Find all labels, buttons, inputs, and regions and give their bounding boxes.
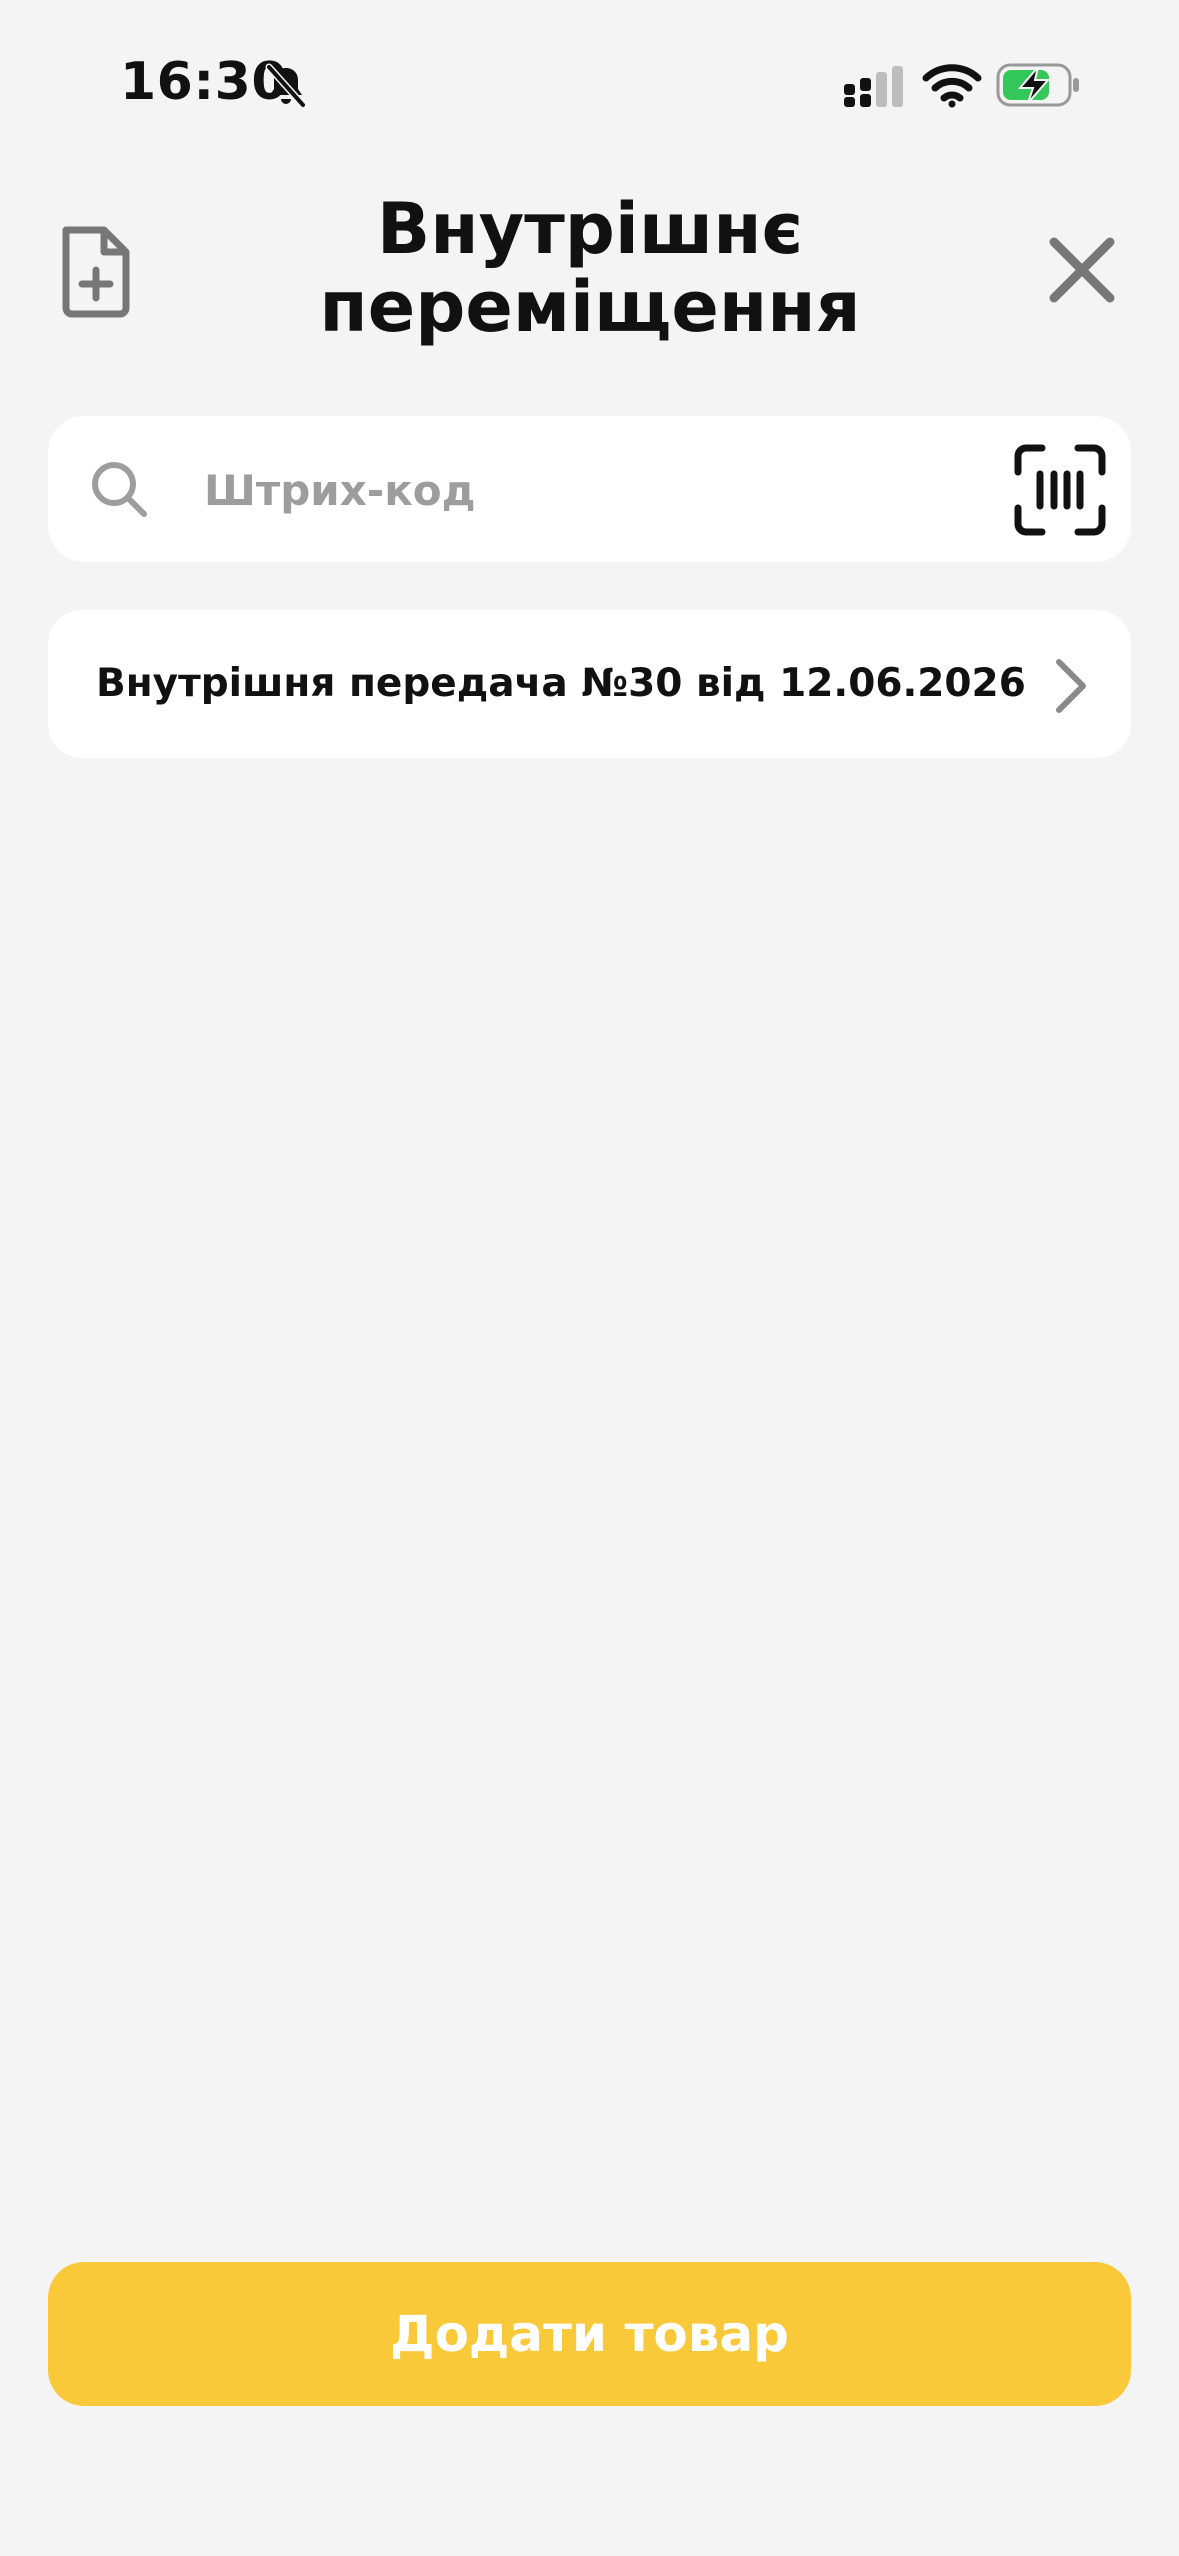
list-item-label: Внутрішня передача №30 від 12.06.2026	[96, 661, 1026, 706]
page-title: Внутрішнє переміщення	[319, 188, 861, 348]
document-list: Внутрішня передача №30 від 12.06.2026	[48, 610, 1131, 758]
close-icon[interactable]	[1046, 234, 1118, 306]
bell-off-icon	[265, 63, 307, 109]
search-icon	[92, 462, 147, 517]
list-item[interactable]: Внутрішня передача №30 від 12.06.2026	[48, 610, 1131, 758]
battery-charging-icon	[996, 63, 1079, 107]
header: Внутрішнє переміщення	[0, 190, 1179, 360]
chevron-right-icon	[1056, 659, 1086, 713]
status-bar: 16:30	[0, 0, 1179, 170]
file-add-icon[interactable]	[56, 224, 136, 320]
barcode-scan-icon[interactable]	[1014, 444, 1106, 536]
add-product-button[interactable]: Додати товар	[48, 2262, 1131, 2406]
wifi-icon	[922, 64, 982, 108]
signal-icon	[844, 66, 903, 107]
search-input[interactable]	[202, 416, 1026, 564]
search-bar	[48, 416, 1131, 564]
